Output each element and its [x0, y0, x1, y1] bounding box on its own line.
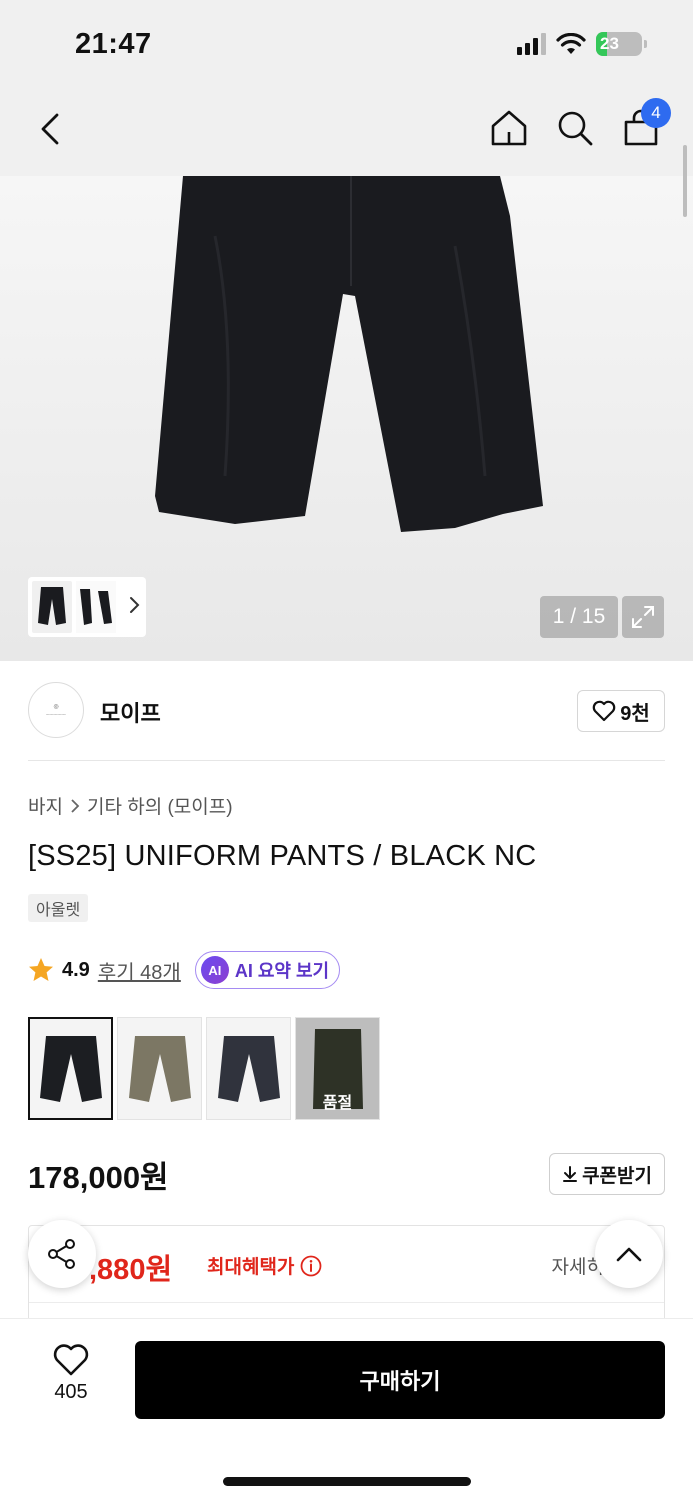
battery-cap — [644, 40, 647, 48]
divider — [29, 1302, 664, 1303]
bottom-action-bar: 405 구매하기 — [0, 1318, 693, 1500]
max-benefit-price: ,880원 — [89, 1254, 173, 1286]
brand-logo-text: ～～～～～ — [46, 711, 66, 717]
product-title: [SS25] UNIFORM PANTS / BLACK NC — [28, 840, 537, 872]
breadcrumb-category[interactable]: 바지 — [28, 792, 63, 819]
back-button[interactable] — [30, 105, 70, 153]
divider — [28, 760, 665, 761]
product-image — [155, 176, 543, 532]
star-icon — [29, 958, 53, 981]
image-counter: 1 / 15 — [540, 596, 618, 638]
swatch-image — [217, 1035, 280, 1102]
swatch-black[interactable] — [28, 1017, 113, 1120]
product-tag: 아울렛 — [28, 894, 89, 922]
heart-icon — [592, 700, 616, 722]
status-time: 21:47 — [75, 28, 152, 60]
download-icon — [563, 1166, 578, 1182]
cart-button[interactable]: 4 — [621, 98, 671, 152]
brand-like-button[interactable]: 9천 — [577, 690, 665, 732]
home-indicator[interactable] — [223, 1477, 471, 1486]
breadcrumb: 바지 기타 하의 (모이프) — [28, 792, 233, 819]
thumbnail-1[interactable] — [32, 581, 72, 633]
review-link[interactable]: 후기 48개 — [98, 956, 181, 985]
scroll-to-top-button[interactable] — [595, 1220, 663, 1288]
home-icon — [491, 110, 527, 146]
thumbnail-strip[interactable] — [28, 577, 146, 637]
chevron-left-icon — [41, 113, 59, 145]
swatch-olive-soldout[interactable]: 품절 — [295, 1017, 380, 1120]
info-icon[interactable] — [300, 1255, 322, 1277]
chevron-up-icon — [616, 1247, 642, 1262]
brand-name[interactable]: 모이프 — [100, 696, 161, 728]
soldout-label: 품절 — [322, 1095, 353, 1112]
search-button[interactable] — [555, 104, 595, 152]
share-button[interactable] — [28, 1220, 96, 1288]
battery-icon: 23 — [596, 32, 642, 56]
cellular-signal-icon — [517, 33, 546, 55]
swatch-navy[interactable] — [206, 1017, 291, 1120]
product-price: 178,000원 — [28, 1160, 169, 1195]
max-benefit-label-text: 최대혜택가 — [207, 1257, 295, 1278]
coupon-label: 쿠폰받기 — [582, 1165, 652, 1187]
brand-logo-mark: ◎ — [53, 703, 59, 710]
expand-icon — [632, 606, 654, 628]
battery-level: 23 — [600, 34, 619, 53]
cart-count-badge: 4 — [641, 98, 671, 128]
heart-icon — [53, 1344, 89, 1376]
ai-summary-button[interactable]: AI AI 요약 보기 — [194, 951, 341, 989]
ai-summary-label: AI 요약 보기 — [234, 961, 330, 981]
search-icon — [558, 111, 593, 146]
coupon-button[interactable]: 쿠폰받기 — [549, 1153, 665, 1195]
max-benefit-label: 최대혜택가 — [207, 1252, 322, 1279]
rating-value: 4.9 — [62, 958, 90, 981]
wishlist-count: 405 — [54, 1381, 88, 1403]
swatch-khaki[interactable] — [117, 1017, 202, 1120]
brand-logo[interactable]: ◎ ～～～～～ — [28, 682, 84, 738]
nav-actions: 4 — [489, 98, 671, 152]
share-icon — [48, 1239, 75, 1269]
ai-badge-icon: AI — [200, 956, 229, 984]
chevron-right-icon — [130, 597, 140, 613]
status-icons: 23 — [517, 32, 647, 56]
home-button[interactable] — [489, 104, 529, 152]
wishlist-button[interactable]: 405 — [36, 1343, 106, 1404]
expand-button[interactable] — [622, 596, 664, 638]
swatch-image — [39, 1035, 102, 1102]
thumbnail-2[interactable] — [76, 581, 116, 633]
rating-row: 4.9 후기 48개 AI AI 요약 보기 — [28, 950, 341, 990]
chevron-right-icon — [71, 798, 80, 813]
swatch-image — [128, 1035, 191, 1102]
buy-button[interactable]: 구매하기 — [135, 1341, 665, 1419]
color-swatches: 품절 — [28, 1017, 380, 1120]
scrollbar[interactable] — [683, 145, 687, 217]
brand-like-count: 9천 — [620, 702, 650, 725]
product-image-gallery[interactable]: 1 / 15 — [0, 176, 693, 661]
wifi-icon — [556, 33, 586, 54]
breadcrumb-subcategory[interactable]: 기타 하의 (모이프) — [87, 792, 233, 819]
top-header: 21:47 23 4 — [0, 0, 693, 176]
brand-row: ◎ ～～～～～ 모이프 9천 — [28, 680, 665, 740]
